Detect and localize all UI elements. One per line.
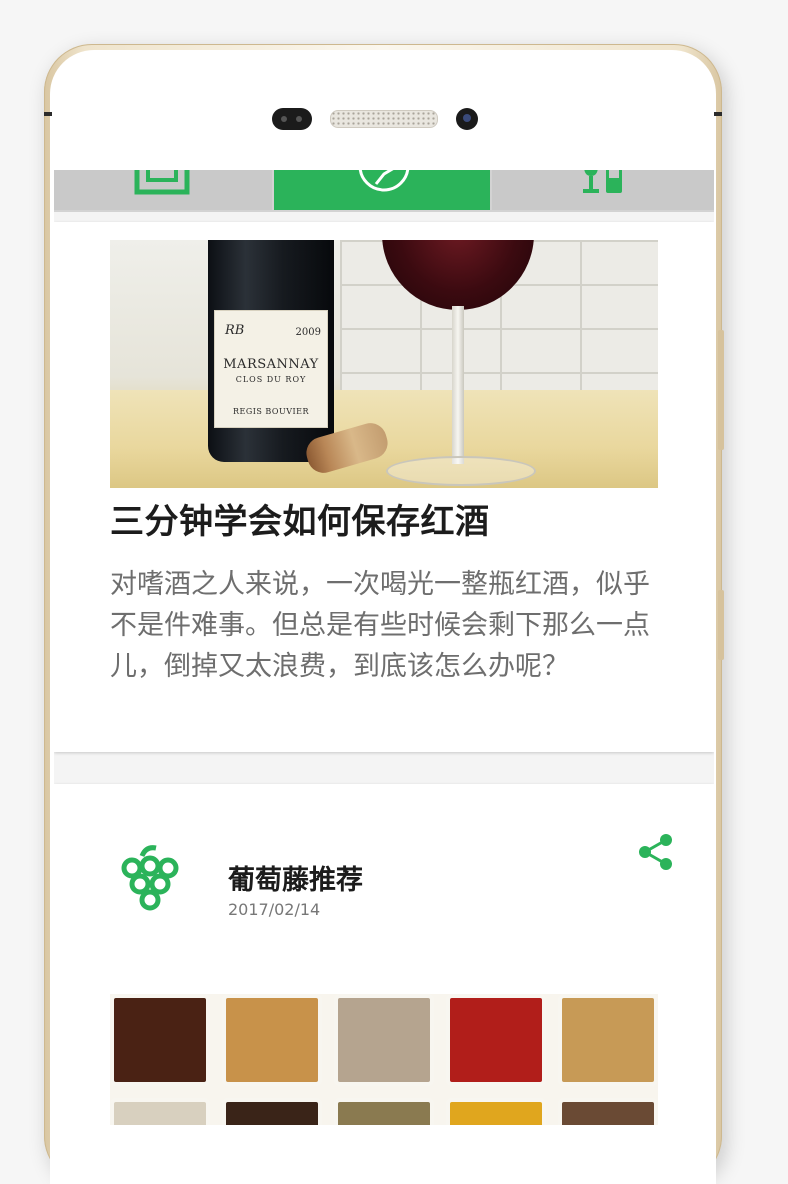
spice-bowl: [110, 994, 210, 1086]
volume-button: [718, 330, 724, 450]
tab-wine[interactable]: [492, 170, 714, 210]
share-icon[interactable]: [636, 832, 676, 872]
frame-antenna-line-right: [714, 112, 722, 116]
article-image[interactable]: RB 2009 MARSANNAY CLOS DU ROY REGIS BOUV…: [110, 240, 658, 488]
app-screen: RB 2009 MARSANNAY CLOS DU ROY REGIS BOUV…: [54, 170, 714, 1125]
spice-bowl: [558, 994, 658, 1086]
wine-glass-stem: [452, 306, 464, 464]
post-date: 2017/02/14: [228, 900, 321, 919]
article-title[interactable]: 三分钟学会如何保存红酒: [110, 494, 490, 543]
article-description: 对嗜酒之人来说，一次喝光一整瓶红酒，似乎不是件难事。但总是有些时候会剩下那么一点…: [110, 569, 650, 682]
label-sub: CLOS DU ROY: [235, 375, 307, 384]
wine-glass-foot: [386, 456, 536, 486]
label-monogram: RB: [225, 323, 245, 338]
spice-bowl: [558, 1098, 658, 1125]
bottle-label: RB 2009 MARSANNAY CLOS DU ROY REGIS BOUV…: [214, 310, 328, 428]
spice-bowl: [334, 994, 434, 1086]
frame-icon: [134, 170, 190, 195]
tab-home[interactable]: [54, 170, 272, 210]
wine-bottle: RB 2009 MARSANNAY CLOS DU ROY REGIS BOUV…: [208, 240, 334, 462]
proximity-sensor: [272, 108, 312, 130]
earpiece-speaker: [330, 110, 438, 128]
power-button: [718, 590, 724, 660]
grape-icon: [121, 845, 179, 911]
spice-bowl: [222, 1098, 322, 1125]
spice-bowl: [446, 994, 546, 1086]
top-tab-bar: [54, 170, 714, 212]
article-card[interactable]: RB 2009 MARSANNAY CLOS DU ROY REGIS BOUV…: [54, 222, 714, 752]
label-brand: MARSANNAY: [223, 357, 319, 372]
frame-antenna-line-left: [44, 112, 52, 116]
spice-bowl: [446, 1098, 546, 1125]
compass-icon: [358, 170, 410, 192]
wine-bottle-glass-icon: [583, 170, 622, 193]
spice-bowl: [334, 1098, 434, 1125]
post-author[interactable]: 葡萄藤推荐: [228, 858, 363, 897]
label-year: 2009: [295, 327, 321, 338]
post-image[interactable]: [110, 994, 658, 1125]
front-camera: [456, 108, 478, 130]
label-maker: REGIS BOUVIER: [232, 407, 310, 416]
post-card[interactable]: 葡萄藤推荐 2017/02/14: [54, 784, 714, 1125]
spice-bowl: [222, 994, 322, 1086]
spice-bowl: [110, 1098, 210, 1125]
tab-discover[interactable]: [274, 170, 490, 210]
